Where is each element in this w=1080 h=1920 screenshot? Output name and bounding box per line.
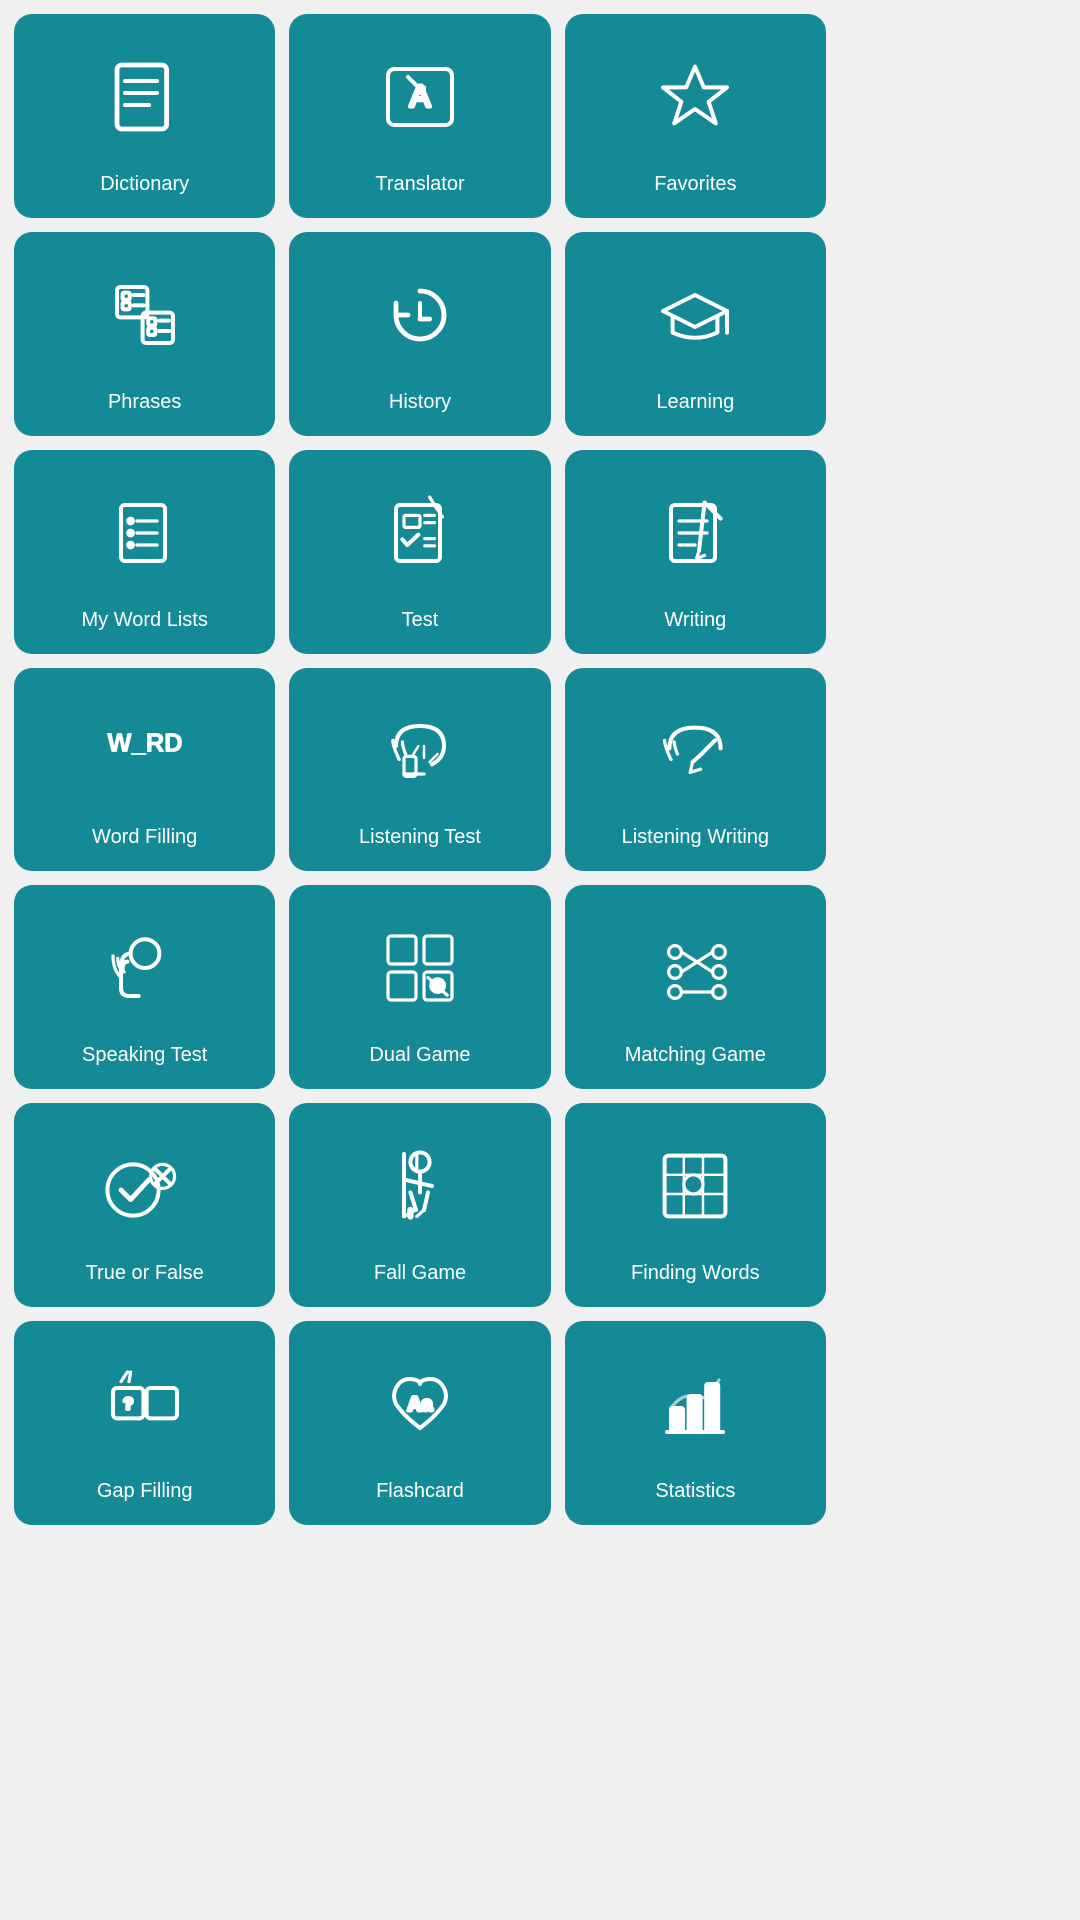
listening-writing-label: Listening Writing [622,825,769,849]
listening-writing-icon [575,686,816,816]
tile-phrases[interactable]: Phrases [14,232,275,436]
svg-text:W_RD: W_RD [107,730,182,758]
svg-text:?: ? [123,1396,132,1413]
fall-game-label: Fall Game [374,1261,466,1285]
tile-history[interactable]: History [289,232,550,436]
svg-text:Aa: Aa [408,1394,433,1415]
tile-gap-filling[interactable]: ? Gap Filling [14,1321,275,1525]
true-or-false-icon [24,1121,265,1251]
dictionary-label: Dictionary [100,172,189,196]
gap-filling-icon: ? [24,1339,265,1469]
gap-filling-label: Gap Filling [97,1479,193,1503]
true-or-false-label: True or False [86,1261,204,1285]
tile-listening-test[interactable]: Listening Test [289,668,550,872]
history-label: History [389,390,451,414]
finding-words-label: Finding Words [631,1261,760,1285]
listening-test-icon [299,686,540,816]
word-filling-icon: W_RD [24,686,265,816]
tile-speaking-test[interactable]: Speaking Test [14,885,275,1089]
word-filling-label: Word Filling [92,825,197,849]
dual-game-label: Dual Game [369,1043,470,1067]
favorites-icon [575,32,816,162]
tile-dictionary[interactable]: Dictionary [14,14,275,218]
statistics-icon [575,1339,816,1469]
tile-flashcard[interactable]: Aa Flashcard [289,1321,550,1525]
translator-icon: A [299,32,540,162]
tile-dual-game[interactable]: Dual Game [289,885,550,1089]
flashcard-label: Flashcard [376,1479,464,1503]
tile-writing[interactable]: Writing [565,450,826,654]
phrases-label: Phrases [108,390,181,414]
app-grid: Dictionary A Translator Favorites Phrases His… [0,0,840,1539]
tile-finding-words[interactable]: Finding Words [565,1103,826,1307]
my-word-lists-label: My Word Lists [82,608,208,632]
tile-matching-game[interactable]: Matching Game [565,885,826,1089]
tile-learning[interactable]: Learning [565,232,826,436]
tile-listening-writing[interactable]: Listening Writing [565,668,826,872]
test-icon [299,468,540,598]
tile-favorites[interactable]: Favorites [565,14,826,218]
statistics-label: Statistics [655,1479,735,1503]
tile-my-word-lists[interactable]: My Word Lists [14,450,275,654]
test-label: Test [402,608,439,632]
tile-true-or-false[interactable]: True or False [14,1103,275,1307]
matching-game-label: Matching Game [625,1043,766,1067]
history-icon [299,250,540,380]
dual-game-icon [299,903,540,1033]
finding-words-icon [575,1121,816,1251]
fall-game-icon [299,1121,540,1251]
learning-icon [575,250,816,380]
writing-icon [575,468,816,598]
listening-test-label: Listening Test [359,825,481,849]
tile-translator[interactable]: A Translator [289,14,550,218]
speaking-test-icon [24,903,265,1033]
phrases-icon [24,250,265,380]
translator-label: Translator [375,172,464,196]
tile-statistics[interactable]: Statistics [565,1321,826,1525]
my-word-lists-icon [24,468,265,598]
flashcard-icon: Aa [299,1339,540,1469]
dictionary-icon [24,32,265,162]
tile-test[interactable]: Test [289,450,550,654]
matching-game-icon [575,903,816,1033]
speaking-test-label: Speaking Test [82,1043,207,1067]
favorites-label: Favorites [654,172,736,196]
tile-fall-game[interactable]: Fall Game [289,1103,550,1307]
learning-label: Learning [656,390,734,414]
tile-word-filling[interactable]: W_RD Word Filling [14,668,275,872]
writing-label: Writing [664,608,726,632]
